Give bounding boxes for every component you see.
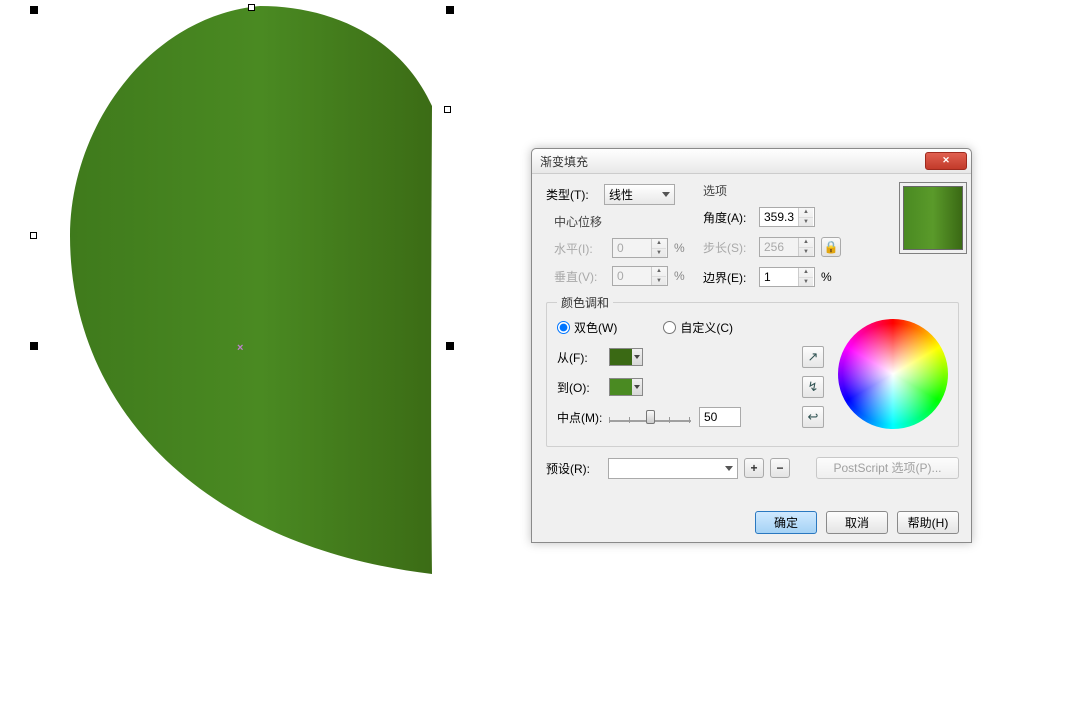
spin-down-icon: ▼ (652, 277, 666, 286)
horiz-spin: ▲▼ (612, 238, 668, 258)
percent-label: % (821, 270, 832, 284)
cancel-button[interactable]: 取消 (826, 511, 888, 534)
vert-label: 垂直(V): (554, 268, 612, 285)
dialog-footer: 确定 取消 帮助(H) (532, 502, 971, 542)
cw-path-button[interactable]: ↯ (802, 376, 824, 398)
color-blend-group: 颜色调和 双色(W) 自定义(C) 从(F): (546, 294, 959, 447)
dialog-body: 类型(T): 线性 中心位移 水平(I): ▲▼ % 垂直(V): (532, 174, 971, 502)
mid-label: 中点(M): (557, 409, 609, 426)
ccw-path-button[interactable]: ↩ (802, 406, 824, 428)
spin-up-icon[interactable]: ▲ (799, 268, 813, 278)
slider-thumb[interactable] (646, 410, 655, 424)
chevron-down-icon (632, 349, 642, 365)
angle-input[interactable] (760, 208, 798, 226)
preset-add-button[interactable]: + (744, 458, 764, 478)
postscript-options-button[interactable]: PostScript 选项(P)... (816, 457, 959, 479)
chevron-down-icon (632, 379, 642, 395)
steps-label: 步长(S): (703, 239, 759, 256)
type-label: 类型(T): (546, 186, 604, 203)
spin-down-icon[interactable]: ▼ (799, 278, 813, 287)
handle-n[interactable] (248, 4, 255, 11)
preset-combo[interactable] (608, 458, 738, 479)
lock-icon: 🔒 (824, 240, 839, 254)
twocolor-radio[interactable]: 双色(W) (557, 319, 617, 336)
steps-spin: ▲▼ (759, 237, 815, 257)
to-swatch (610, 379, 632, 395)
handle-e-upper[interactable] (444, 106, 451, 113)
direct-path-button[interactable]: ↗ (802, 346, 824, 368)
type-combo[interactable]: 线性 (604, 184, 675, 205)
handle-ne[interactable] (446, 6, 454, 14)
handle-nw[interactable] (30, 6, 38, 14)
gradient-fill-dialog: 渐变填充 ✕ 类型(T): 线性 中心位移 水平(I): ▲▼ % (531, 148, 972, 543)
from-swatch (610, 349, 632, 365)
color-wheel[interactable] (838, 319, 948, 436)
preset-remove-button[interactable]: − (770, 458, 790, 478)
handle-se[interactable] (446, 342, 454, 350)
center-offset-title: 中心位移 (554, 213, 706, 230)
type-value: 线性 (609, 186, 633, 203)
ok-button[interactable]: 确定 (755, 511, 817, 534)
gradient-preview (899, 182, 967, 254)
spin-down-icon[interactable]: ▼ (799, 218, 813, 227)
close-button[interactable]: ✕ (925, 152, 967, 170)
angle-spin[interactable]: ▲▼ (759, 207, 815, 227)
lock-button[interactable]: 🔒 (821, 237, 841, 257)
percent-label: % (674, 241, 685, 255)
edge-label: 边界(E): (703, 269, 759, 286)
spin-down-icon: ▼ (799, 248, 813, 257)
to-color-picker[interactable] (609, 378, 643, 396)
midpoint-input[interactable] (700, 408, 738, 426)
dialog-title: 渐变填充 (540, 153, 925, 170)
spin-up-icon[interactable]: ▲ (799, 208, 813, 218)
horiz-input (613, 239, 651, 257)
midpoint-slider[interactable] (609, 408, 691, 426)
midpoint-spin[interactable] (699, 407, 741, 427)
percent-label: % (674, 269, 685, 283)
rotate-icon: ↯ (808, 379, 819, 395)
spin-up-icon: ▲ (652, 239, 666, 249)
from-color-picker[interactable] (609, 348, 643, 366)
curve-icon: ↩ (808, 409, 819, 425)
center-marker: × (237, 342, 243, 354)
twocolor-label: 双色(W) (574, 319, 617, 336)
handle-sw[interactable] (30, 342, 38, 350)
spin-up-icon: ▲ (652, 267, 666, 277)
chevron-down-icon (662, 192, 670, 197)
edge-spin[interactable]: ▲▼ (759, 267, 815, 287)
custom-label: 自定义(C) (680, 319, 733, 336)
vert-input (613, 267, 651, 285)
horiz-label: 水平(I): (554, 240, 612, 257)
options-title: 选项 (703, 182, 858, 199)
chevron-down-icon (725, 466, 733, 471)
to-label: 到(O): (557, 379, 609, 396)
from-label: 从(F): (557, 349, 609, 366)
blend-title: 颜色调和 (557, 294, 613, 311)
dialog-titlebar[interactable]: 渐变填充 ✕ (532, 149, 971, 174)
handle-w[interactable] (30, 232, 37, 239)
preset-label: 预设(R): (546, 460, 602, 477)
custom-radio[interactable]: 自定义(C) (663, 319, 733, 336)
line-icon: ↗ (808, 349, 819, 365)
spin-down-icon: ▼ (652, 249, 666, 258)
angle-label: 角度(A): (703, 209, 759, 226)
steps-input (760, 238, 798, 256)
spin-up-icon: ▲ (799, 238, 813, 248)
gradient-leaf-shape[interactable] (70, 6, 450, 576)
edge-input[interactable] (760, 268, 798, 286)
vert-spin: ▲▼ (612, 266, 668, 286)
help-button[interactable]: 帮助(H) (897, 511, 959, 534)
